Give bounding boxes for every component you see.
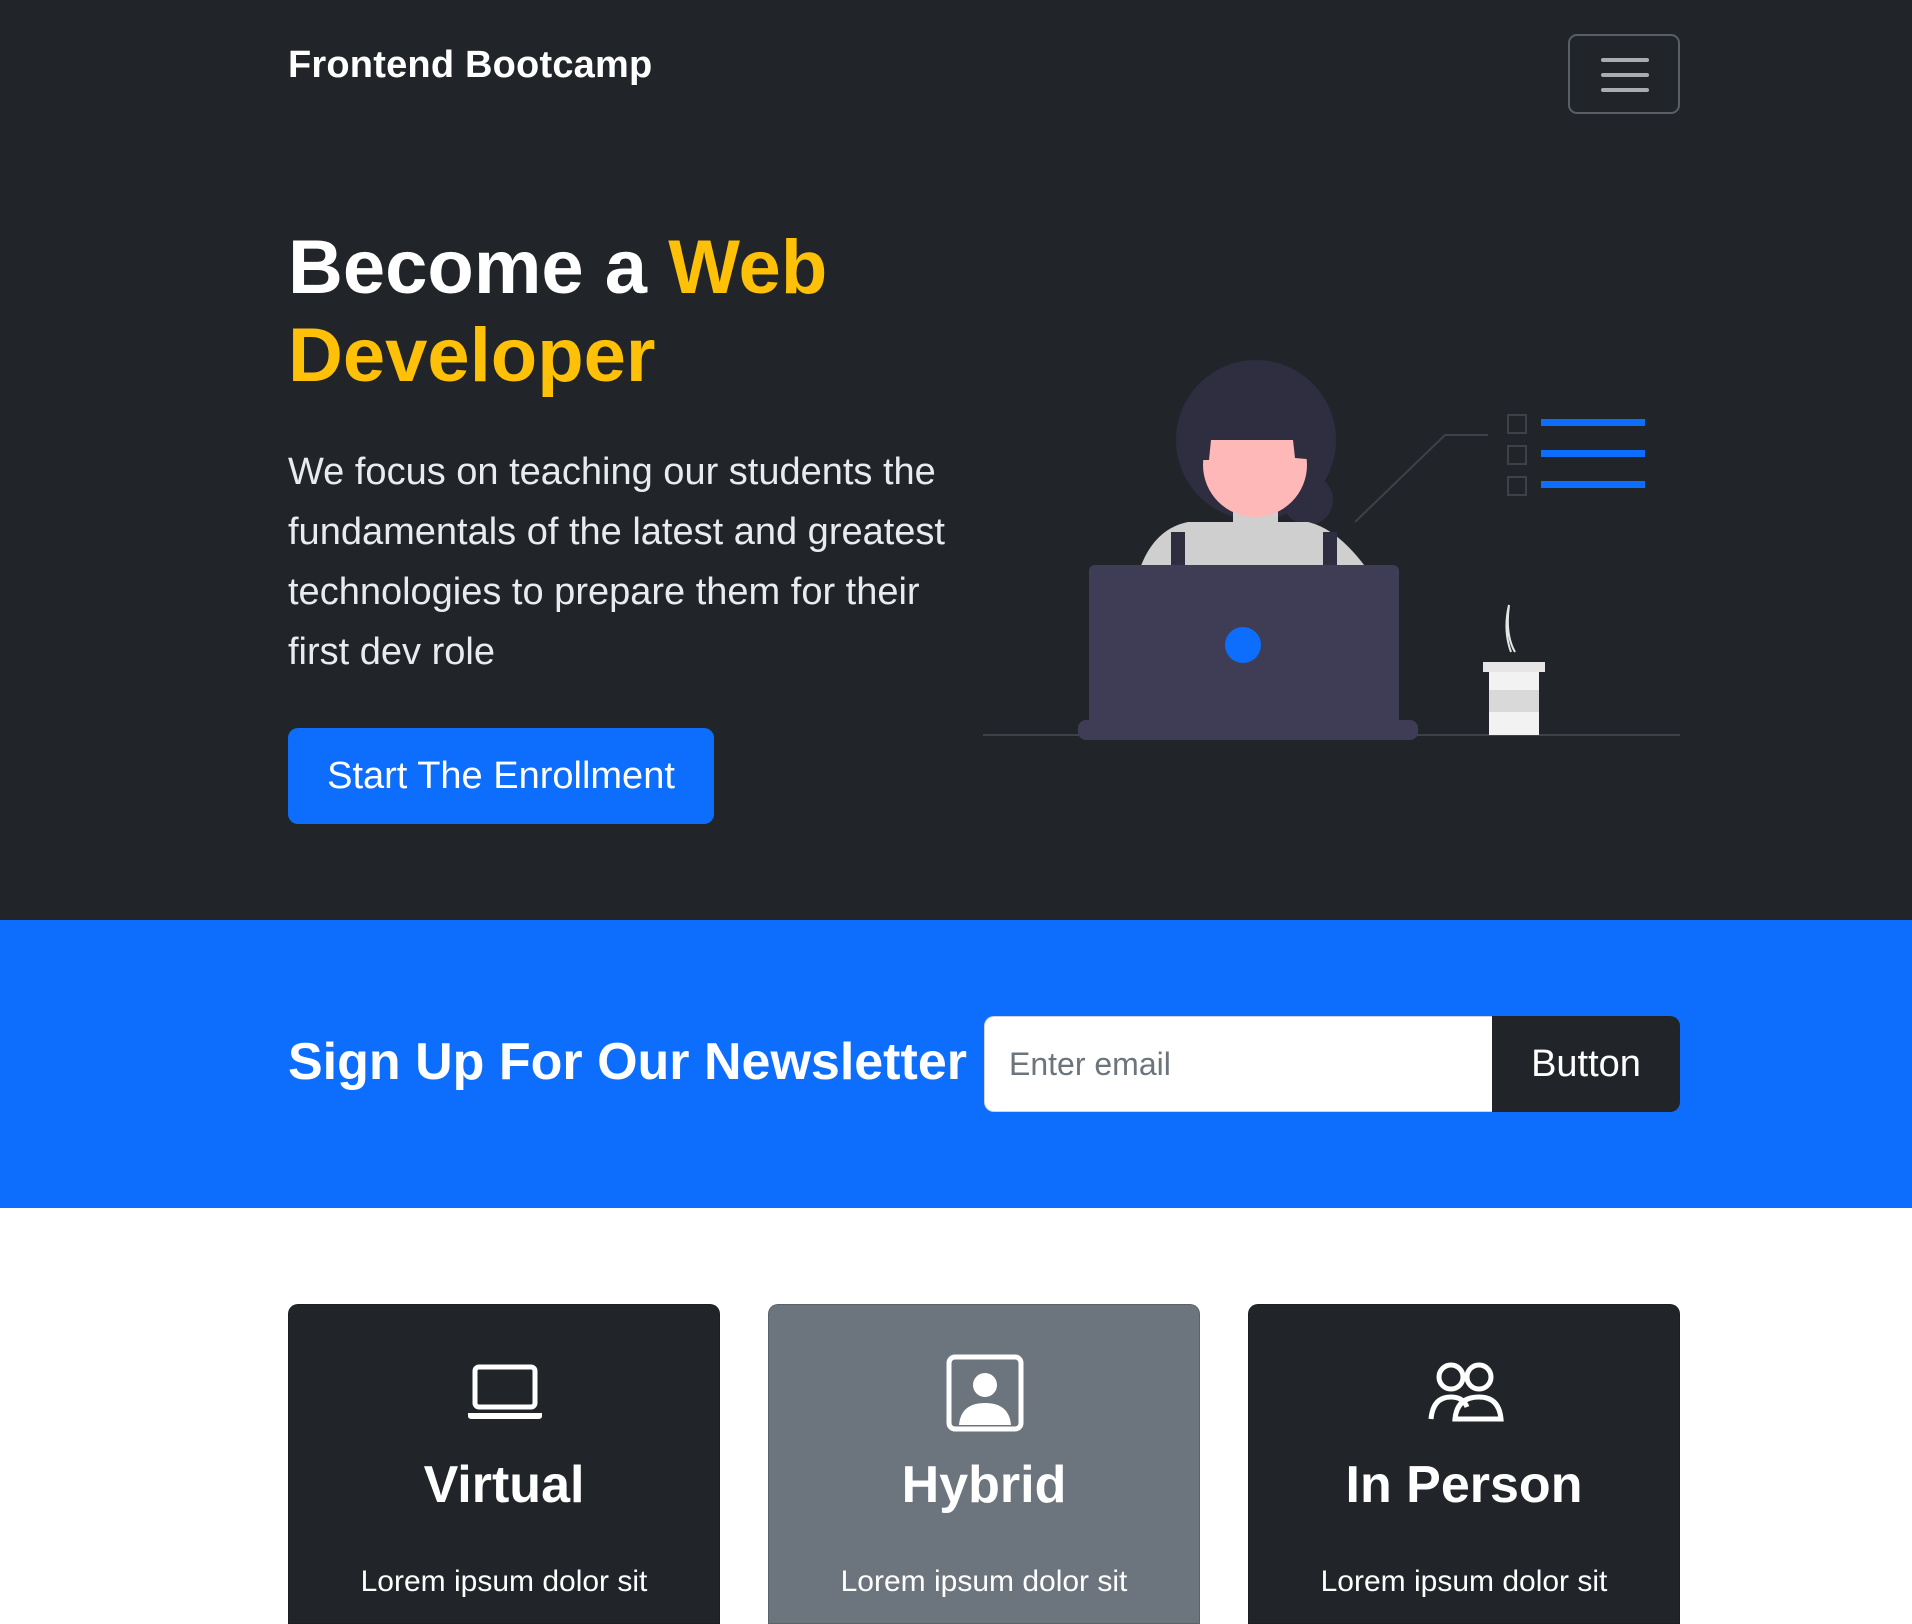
navbar: Frontend Bootcamp <box>0 0 1912 140</box>
newsletter-section: Sign Up For Our Newsletter Button <box>0 920 1912 1208</box>
card-virtual: Virtual Lorem ipsum dolor sit <box>288 1304 720 1624</box>
card-title: In Person <box>1345 1456 1583 1514</box>
laptop-icon <box>468 1364 542 1419</box>
newsletter-submit-button[interactable]: Button <box>1492 1016 1680 1112</box>
card-in-person: In Person Lorem ipsum dolor sit <box>1248 1304 1680 1624</box>
card-hybrid: Hybrid Lorem ipsum dolor sit <box>768 1304 1200 1624</box>
navbar-brand[interactable]: Frontend Bootcamp <box>288 44 652 87</box>
navbar-toggler-button[interactable] <box>1568 34 1680 114</box>
card-title: Hybrid <box>901 1456 1067 1514</box>
newsletter-title: Sign Up For Our Newsletter <box>288 1033 967 1091</box>
card-text: Lorem ipsum dolor sit <box>1320 1565 1608 1598</box>
email-field[interactable] <box>984 1016 1492 1112</box>
person-badge-icon <box>946 1354 1024 1432</box>
developer-at-laptop-illustration <box>983 360 1680 740</box>
newsletter-form: Button <box>984 1016 1680 1112</box>
hero-title-prefix: Become a <box>288 225 669 310</box>
start-enrollment-button[interactable]: Start The Enrollment <box>288 728 714 824</box>
card-text: Lorem ipsum dolor sit <box>840 1565 1128 1598</box>
hero-section: Become a Web Developer We focus on teach… <box>0 140 1912 920</box>
hero-title: Become a Web Developer <box>288 224 1048 400</box>
boxes-section: Virtual Lorem ipsum dolor sit Hybrid Lor… <box>0 1208 1912 1624</box>
card-text: Lorem ipsum dolor sit <box>360 1565 648 1598</box>
people-icon <box>1428 1362 1504 1422</box>
card-title: Virtual <box>423 1456 585 1514</box>
hero-lead: We focus on teaching our students the fu… <box>288 451 945 673</box>
